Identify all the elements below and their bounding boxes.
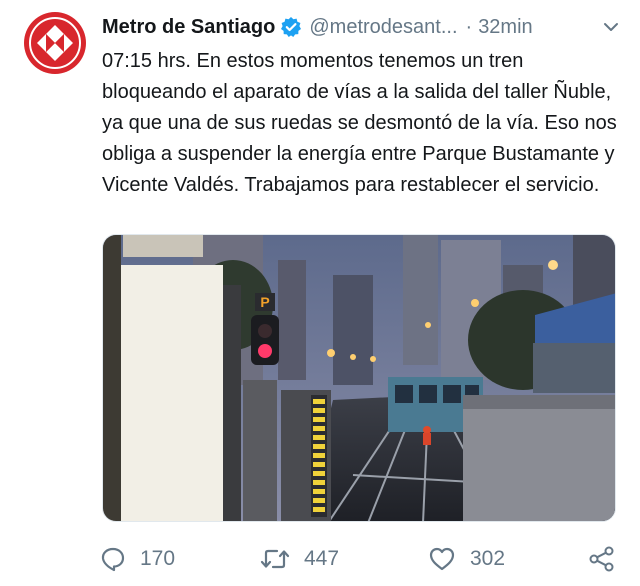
share-icon [589,546,614,572]
author-handle[interactable]: @metrodesant... [309,16,457,39]
reply-button[interactable]: 170 [100,540,175,578]
tweet-actions: 170 447 302 [100,540,620,578]
tweet-header: Metro de Santiago @metrodesant... · 32mi… [102,14,620,40]
like-count: 302 [470,547,506,570]
avatar[interactable] [24,12,86,74]
signal-letter: P [260,294,269,310]
reply-icon [101,547,125,572]
like-button[interactable]: 302 [428,540,505,578]
reply-count: 170 [140,547,176,570]
chevron-down-icon[interactable] [602,18,620,41]
author-name[interactable]: Metro de Santiago [102,16,275,39]
retweet-icon [260,549,290,569]
like-icon [429,547,455,571]
tweet-photo[interactable]: P [102,234,616,522]
metro-logo-icon [25,13,85,73]
tweet-text: 07:15 hrs. En estos momentos tenemos un … [102,50,617,196]
tweet-time[interactable]: 32min [478,16,532,39]
separator-dot: · [465,15,473,38]
share-button[interactable] [588,540,616,578]
verified-icon [280,16,302,38]
retweet-count: 447 [304,547,340,570]
retweet-button[interactable]: 447 [260,540,339,578]
